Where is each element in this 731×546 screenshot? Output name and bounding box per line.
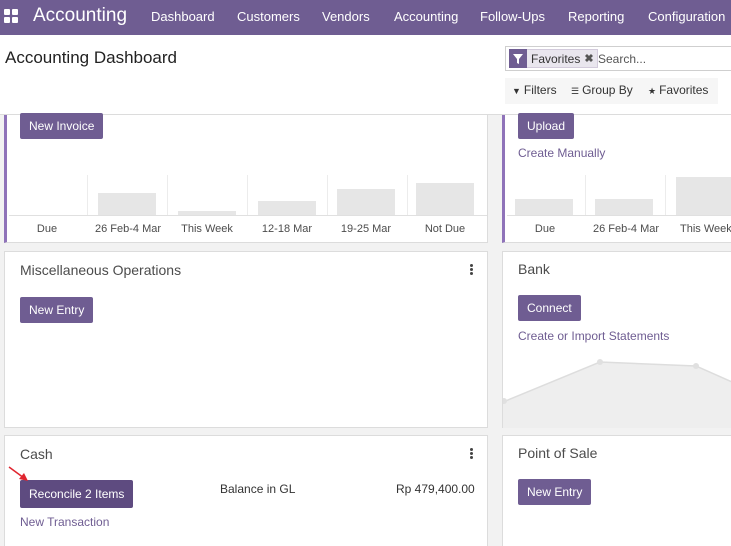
kebab-menu-icon[interactable] <box>470 264 473 275</box>
create-import-statements-link[interactable]: Create or Import Statements <box>518 329 669 343</box>
facet-label: Favorites <box>531 51 581 66</box>
graph-bar <box>416 183 474 215</box>
graph-x-label: 26 Feb-4 Mar <box>592 223 660 235</box>
group-by-label: Group By <box>582 83 633 97</box>
graph-bar <box>258 201 316 215</box>
graph-x-label: This Week <box>680 223 731 235</box>
annotation-arrow-icon <box>8 466 28 481</box>
cash-card: Cash Reconcile 2 Items New Transaction B… <box>4 435 488 546</box>
bank-card: Bank Connect Create or Import Statements <box>502 251 731 428</box>
point-of-sale-card: Point of Sale New Entry <box>502 435 731 546</box>
menu-reporting[interactable]: Reporting <box>568 9 624 24</box>
upload-button[interactable]: Upload <box>518 113 575 139</box>
favorites-label: Favorites <box>659 83 709 97</box>
control-panel: Accounting Dashboard Favorites ✖ ▼Filter… <box>0 35 731 115</box>
menu-customers[interactable]: Customers <box>237 9 300 24</box>
search-input[interactable] <box>598 50 728 68</box>
remove-facet-icon[interactable]: ✖ <box>584 52 596 65</box>
graph-bar <box>337 189 395 215</box>
graph-x-label: 26 Feb-4 Mar <box>94 223 162 235</box>
favorites-button[interactable]: ★ Favorites <box>648 83 708 97</box>
graph-x-label: 12-18 Mar <box>261 223 313 235</box>
connect-button[interactable]: Connect <box>518 295 581 321</box>
search-facet[interactable]: Favorites ✖ <box>509 49 598 68</box>
graph-x-label: Due <box>534 223 556 235</box>
balance-value: Rp 479,400.00 <box>396 482 475 496</box>
create-manually-link[interactable]: Create Manually <box>518 146 605 160</box>
balance-label: Balance in GL <box>220 482 296 496</box>
graph-x-label: This Week <box>181 223 233 235</box>
graph-bar <box>515 199 573 215</box>
card-title: Miscellaneous Operations <box>20 262 182 278</box>
graph-x-label: 19-25 Mar <box>340 223 392 235</box>
top-navbar: Accounting Dashboard Customers Vendors A… <box>0 0 731 35</box>
menu-accounting[interactable]: Accounting <box>394 9 458 24</box>
apps-menu-icon[interactable] <box>4 9 18 23</box>
card-title: Point of Sale <box>518 445 598 461</box>
graph-bar <box>676 177 731 215</box>
menu-dashboard[interactable]: Dashboard <box>151 9 215 24</box>
reconcile-button[interactable]: Reconcile 2 Items <box>20 480 134 508</box>
graph-bar <box>98 193 156 215</box>
menu-follow-ups[interactable]: Follow-Ups <box>480 9 545 24</box>
menu-vendors[interactable]: Vendors <box>322 9 370 24</box>
misc-operations-card: Miscellaneous Operations New Entry <box>4 251 488 428</box>
filter-icon: ▼ <box>512 86 521 96</box>
filter-icon <box>509 49 527 68</box>
page-title: Accounting Dashboard <box>5 48 178 67</box>
list-icon: ☰ <box>571 86 580 96</box>
graph-x-label: Due <box>36 223 58 235</box>
new-transaction-link[interactable]: New Transaction <box>20 515 109 529</box>
new-entry-button[interactable]: New Entry <box>518 479 592 505</box>
app-brand[interactable]: Accounting <box>33 5 127 27</box>
graph-bar <box>178 211 236 215</box>
menu-configuration[interactable]: Configuration <box>648 9 725 24</box>
new-invoice-button[interactable]: New Invoice <box>20 113 104 139</box>
sales-journal-card: New Invoice Due 26 Feb-4 Mar This Week 1… <box>4 113 488 243</box>
filters-label: Filters <box>523 83 557 97</box>
graph-bar <box>595 199 653 215</box>
bank-line-graph <box>503 359 731 428</box>
card-title: Bank <box>518 261 550 277</box>
kebab-menu-icon[interactable] <box>470 448 473 459</box>
filters-button[interactable]: ▼ Filters <box>512 83 557 97</box>
purchase-journal-card: Upload Create Manually Due 26 Feb-4 Mar … <box>502 113 731 243</box>
search-options-bar: ▼ Filters ☰ Group By ★ Favorites <box>505 78 718 104</box>
star-icon: ★ <box>648 86 657 96</box>
graph-x-label: Not Due <box>424 223 466 235</box>
search-box[interactable]: Favorites ✖ <box>505 46 731 71</box>
group-by-button[interactable]: ☰ Group By <box>571 83 633 97</box>
card-title: Cash <box>20 446 53 462</box>
new-entry-button[interactable]: New Entry <box>20 297 94 323</box>
